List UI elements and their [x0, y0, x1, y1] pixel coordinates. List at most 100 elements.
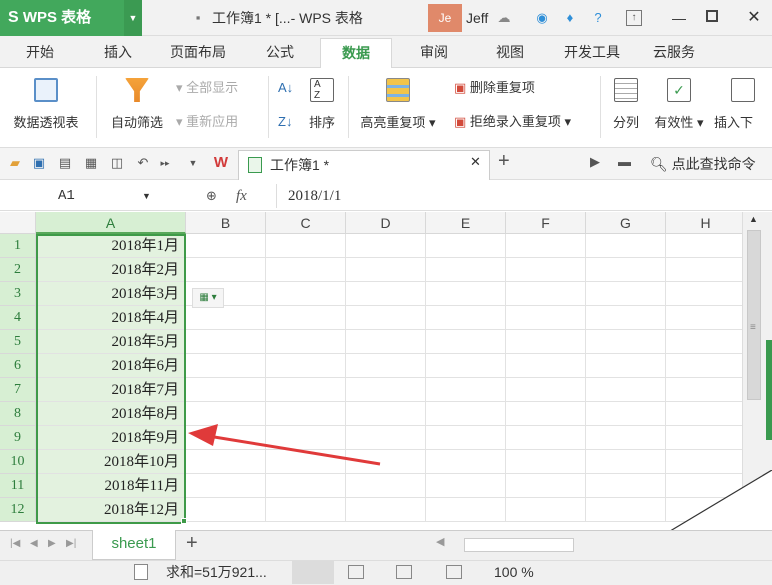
- formula-input[interactable]: 2018/1/1: [288, 181, 341, 211]
- row-header[interactable]: 6: [0, 354, 36, 378]
- empty-cell[interactable]: [426, 474, 506, 498]
- empty-cell[interactable]: [586, 282, 666, 306]
- cell-a[interactable]: 2018年4月: [36, 306, 186, 330]
- fx-icon[interactable]: fx: [236, 181, 247, 211]
- share-icon[interactable]: ▶: [590, 154, 600, 170]
- last-sheet-icon[interactable]: ▶|: [66, 538, 76, 549]
- empty-cell[interactable]: [266, 378, 346, 402]
- empty-cell[interactable]: [666, 402, 742, 426]
- insert-dropdown-button[interactable]: 插入下: [714, 72, 772, 131]
- scroll-up-icon[interactable]: ▲: [749, 214, 758, 224]
- empty-cell[interactable]: [586, 258, 666, 282]
- row-header[interactable]: 10: [0, 450, 36, 474]
- highlight-duplicates-button[interactable]: 高亮重复项 ▾: [354, 72, 442, 131]
- close-tab-icon[interactable]: ✕: [470, 154, 481, 170]
- empty-cell[interactable]: [426, 258, 506, 282]
- empty-cell[interactable]: [506, 402, 586, 426]
- empty-cell[interactable]: [426, 330, 506, 354]
- row-header[interactable]: 3: [0, 282, 36, 306]
- empty-cell[interactable]: [506, 330, 586, 354]
- empty-cell[interactable]: [666, 306, 742, 330]
- horizontal-scrollbar-thumb[interactable]: [464, 538, 574, 552]
- zoom-formula-icon[interactable]: ⊕: [206, 186, 217, 206]
- new-tab-icon[interactable]: +: [498, 150, 510, 173]
- undo-icon[interactable]: ↶: [134, 154, 152, 172]
- empty-cell[interactable]: [666, 354, 742, 378]
- name-box-dropdown-icon[interactable]: ▼: [142, 186, 151, 206]
- cloud-sync-icon[interactable]: ☁: [494, 8, 514, 28]
- app-menu-dropdown-icon[interactable]: ▼: [124, 0, 142, 36]
- empty-cell[interactable]: [586, 378, 666, 402]
- empty-cell[interactable]: [346, 498, 426, 522]
- tab-page-layout[interactable]: 页面布局: [160, 36, 236, 68]
- empty-cell[interactable]: [666, 378, 742, 402]
- sum-readout[interactable]: 求和=51万921...: [166, 560, 267, 585]
- wps-w-icon[interactable]: W: [212, 154, 230, 172]
- more-icon[interactable]: ▸▸: [156, 154, 174, 172]
- empty-cell[interactable]: [506, 426, 586, 450]
- window-maximize-icon[interactable]: [706, 10, 718, 22]
- window-close-icon[interactable]: ✕: [742, 0, 766, 36]
- empty-cell[interactable]: [426, 378, 506, 402]
- row-header[interactable]: 8: [0, 402, 36, 426]
- open-folder-icon[interactable]: ▰: [6, 154, 24, 172]
- row-header[interactable]: 4: [0, 306, 36, 330]
- save-icon[interactable]: ▣: [30, 154, 48, 172]
- empty-cell[interactable]: [426, 306, 506, 330]
- row-header[interactable]: 2: [0, 258, 36, 282]
- scrollbar-thumb[interactable]: [747, 230, 761, 400]
- empty-cell[interactable]: [666, 426, 742, 450]
- column-header-e[interactable]: E: [426, 212, 506, 234]
- reading-mode-icon[interactable]: [446, 565, 462, 579]
- row-header[interactable]: 1: [0, 234, 36, 258]
- show-all-button[interactable]: ▾ 全部显示: [176, 78, 238, 98]
- empty-cell[interactable]: [186, 378, 266, 402]
- empty-cell[interactable]: [346, 282, 426, 306]
- zoom-level[interactable]: 100 %: [494, 560, 534, 585]
- qat-dropdown-icon[interactable]: ▼: [184, 154, 202, 172]
- name-box[interactable]: A1: [40, 186, 152, 206]
- tab-formulas[interactable]: 公式: [252, 36, 308, 68]
- empty-cell[interactable]: [346, 354, 426, 378]
- empty-cell[interactable]: [266, 354, 346, 378]
- empty-cell[interactable]: [186, 354, 266, 378]
- cell-a[interactable]: 2018年10月: [36, 450, 186, 474]
- empty-cell[interactable]: [346, 258, 426, 282]
- empty-cell[interactable]: [506, 378, 586, 402]
- empty-cell[interactable]: [186, 258, 266, 282]
- tab-view[interactable]: 视图: [482, 36, 538, 68]
- cell-a[interactable]: 2018年6月: [36, 354, 186, 378]
- row-header[interactable]: 11: [0, 474, 36, 498]
- empty-cell[interactable]: [586, 306, 666, 330]
- browser-icon[interactable]: ◉: [532, 8, 552, 28]
- find-command-box[interactable]: 🔍︎ 点此查找命令: [650, 148, 756, 180]
- cell-a[interactable]: 2018年7月: [36, 378, 186, 402]
- cell-a[interactable]: 2018年8月: [36, 402, 186, 426]
- fill-handle[interactable]: [181, 518, 187, 524]
- tab-home[interactable]: 开始: [12, 36, 68, 68]
- normal-view-icon[interactable]: [292, 561, 334, 584]
- cell-a[interactable]: 2018年11月: [36, 474, 186, 498]
- empty-cell[interactable]: [426, 282, 506, 306]
- empty-cell[interactable]: [506, 234, 586, 258]
- empty-cell[interactable]: [346, 234, 426, 258]
- tab-insert[interactable]: 插入: [90, 36, 146, 68]
- empty-cell[interactable]: [586, 426, 666, 450]
- empty-cell[interactable]: [346, 306, 426, 330]
- empty-cell[interactable]: [266, 498, 346, 522]
- upload-icon[interactable]: ↑: [626, 10, 642, 26]
- user-name[interactable]: Jeff: [466, 0, 488, 36]
- tab-developer[interactable]: 开发工具: [554, 36, 630, 68]
- print-icon[interactable]: ▦: [82, 154, 100, 172]
- empty-cell[interactable]: [506, 306, 586, 330]
- empty-cell[interactable]: [666, 330, 742, 354]
- empty-cell[interactable]: [186, 306, 266, 330]
- row-header[interactable]: 5: [0, 330, 36, 354]
- help-icon[interactable]: ?: [588, 8, 608, 28]
- select-all-corner[interactable]: [0, 212, 36, 234]
- comment-icon[interactable]: ▬: [618, 154, 631, 169]
- validation-button[interactable]: ✓ 有效性 ▾: [650, 72, 708, 131]
- empty-cell[interactable]: [586, 330, 666, 354]
- row-header[interactable]: 9: [0, 426, 36, 450]
- empty-cell[interactable]: [426, 402, 506, 426]
